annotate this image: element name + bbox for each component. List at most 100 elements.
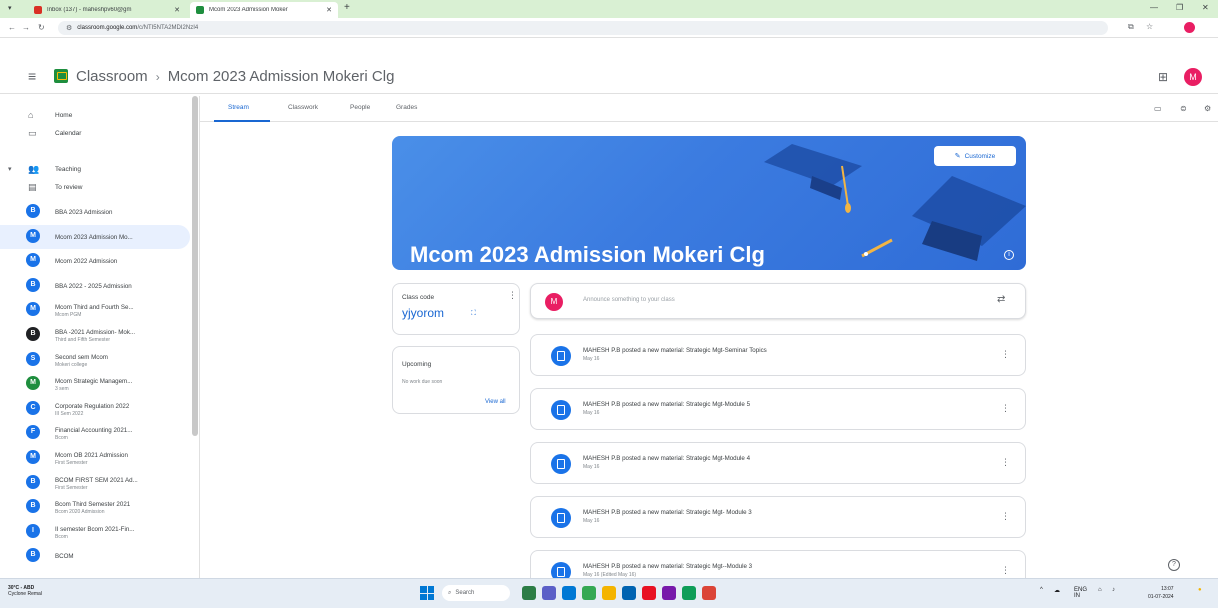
sidebar-course-item[interactable]: B BBA 2023 Admission: [0, 200, 190, 224]
sidebar-scrollbar[interactable]: [192, 96, 198, 436]
sidebar-course-item[interactable]: M Mcom Third and Fourth Se... Mcom PGM: [0, 298, 190, 322]
url-input[interactable]: ⚙ classroom.google.com /c/NTI5NTA2MDI2Nz…: [58, 21, 1108, 35]
view-all-link[interactable]: View all: [485, 399, 506, 405]
window-close-icon[interactable]: ✕: [1202, 3, 1209, 12]
sidebar-course-item[interactable]: B Bcom Third Semester 2021 Bcom 2020 Admis…: [0, 495, 190, 519]
sidebar-course-item[interactable]: M Mcom OB 2021 Admission First Semester: [0, 446, 190, 470]
restore-icon[interactable]: ❐: [1176, 3, 1183, 12]
clock[interactable]: 13:07 01-07-2024: [1148, 585, 1174, 601]
info-icon[interactable]: i: [1004, 250, 1014, 260]
sidebar-course-item[interactable]: I II semester Bcom 2021-Fin... Bcom: [0, 520, 190, 544]
site-info-icon[interactable]: ⚙: [66, 24, 72, 32]
sidebar-course-item[interactable]: M Mcom 2022 Admission: [0, 249, 190, 273]
app-icon-photos[interactable]: [702, 586, 716, 600]
tray-network-icon[interactable]: ☁: [1054, 587, 1060, 594]
close-icon[interactable]: ✕: [174, 6, 180, 14]
calendar-icon[interactable]: ▭: [1154, 104, 1162, 113]
more-vert-icon[interactable]: ⋮: [1001, 457, 1010, 468]
menu-icon[interactable]: ≡: [28, 68, 36, 84]
sidebar-course-item[interactable]: B BCOM: [0, 544, 190, 568]
address-bar: ← → ↻ ⚙ classroom.google.com /c/NTI5NTA2…: [0, 18, 1218, 38]
language-indicator[interactable]: ENG IN: [1074, 587, 1087, 599]
sidebar-course-item[interactable]: S Second sem Mcom Mokeri college: [0, 348, 190, 372]
stream-post[interactable]: MAHESH P.B posted a new material: Strate…: [530, 334, 1026, 376]
post-title: MAHESH P.B posted a new material: Strate…: [583, 563, 753, 570]
customize-button[interactable]: ✎ Customize: [934, 146, 1016, 166]
course-subtitle: First Semester: [55, 460, 88, 466]
url-host: classroom.google.com: [77, 25, 138, 31]
app-icon-edge[interactable]: [562, 586, 576, 600]
announce-box[interactable]: M Announce something to your class ⇄: [530, 283, 1026, 319]
more-vert-icon[interactable]: ⋮: [1001, 349, 1010, 360]
weather-widget[interactable]: 30°C - ABD Cyclone Remal: [8, 585, 42, 597]
sidebar-course-item[interactable]: B BCOM FIRST SEM 2021 Ad... First Semester: [0, 471, 190, 495]
course-title: BCOM FIRST SEM 2021 Ad...: [55, 476, 138, 484]
install-icon[interactable]: ⧉: [1128, 22, 1134, 32]
sidebar-course-item[interactable]: B BBA -2021 Admission- Mok... Third and Fi…: [0, 323, 190, 347]
repost-icon[interactable]: ⇄: [997, 294, 1005, 305]
browser-profile-icon[interactable]: [1184, 22, 1195, 33]
app-icon-files[interactable]: [602, 586, 616, 600]
sidebar-item-to-review[interactable]: ▤ To review: [0, 178, 190, 196]
course-title: Mcom 2022 Admission: [55, 258, 118, 266]
tab-classwork[interactable]: Classwork: [288, 104, 318, 111]
new-tab-icon[interactable]: +: [344, 2, 350, 13]
app-icon-teams[interactable]: [662, 586, 676, 600]
fullscreen-icon[interactable]: ⛶: [471, 310, 476, 318]
more-vert-icon[interactable]: ⋮: [508, 290, 517, 301]
tab-people[interactable]: People: [350, 104, 370, 111]
sidebar-course-item[interactable]: B BBA 2022 - 2025 Admission: [0, 274, 190, 298]
app-icon-chrome[interactable]: [582, 586, 596, 600]
more-vert-icon[interactable]: ⋮: [1001, 403, 1010, 414]
google-apps-icon[interactable]: ⊞: [1158, 70, 1168, 84]
settings-gear-icon[interactable]: ⚙: [1204, 104, 1211, 113]
app-icon-mail[interactable]: [622, 586, 636, 600]
sidebar-course-item[interactable]: F Financial Accounting 2021... Bcom: [0, 421, 190, 445]
back-icon[interactable]: ←: [8, 23, 16, 32]
drive-folder-icon[interactable]: ⊜: [1180, 104, 1187, 113]
course-subtitle: Bcom: [55, 533, 68, 540]
course-subtitle: III Sem 2022: [55, 410, 84, 417]
sidebar-course-item[interactable]: M Mcom Strategic Managem... 3 sem: [0, 372, 190, 396]
tab-grades[interactable]: Grades: [396, 104, 417, 111]
tab-stream[interactable]: Stream: [228, 104, 249, 111]
avatar[interactable]: M: [1184, 68, 1202, 86]
course-avatar: B: [26, 277, 40, 292]
app-icon-widgets[interactable]: [522, 586, 536, 600]
course-avatar: M: [26, 450, 40, 464]
course-title: Financial Accounting 2021...: [55, 427, 133, 435]
forward-icon[interactable]: →: [22, 23, 30, 32]
app-icon-store[interactable]: [642, 586, 656, 600]
reload-icon[interactable]: ↻: [38, 23, 45, 32]
app-icon-meet[interactable]: [542, 586, 556, 600]
more-vert-icon[interactable]: ⋮: [1001, 565, 1010, 576]
app-icon-excel[interactable]: [682, 586, 696, 600]
course-title: Corporate Regulation 2022: [55, 402, 130, 410]
minimize-icon[interactable]: —: [1150, 3, 1158, 12]
sidebar-item-calendar[interactable]: ▭ Calendar: [0, 124, 190, 142]
browser-tab-classroom[interactable]: Mcom 2023 Admission Moker ✕: [190, 2, 338, 18]
app-name-link[interactable]: Classroom: [76, 68, 148, 85]
tab-search-icon[interactable]: ▾: [8, 4, 12, 12]
sidebar-item-teaching[interactable]: ▾ 👥 Teaching: [0, 160, 190, 178]
os-taskbar: 30°C - ABD Cyclone Remal ⌕ Search ^ ☁ EN…: [0, 578, 1218, 608]
sidebar-course-item[interactable]: M Mcom 2023 Admission Mo...: [0, 224, 190, 249]
tray-chevron-icon[interactable]: ^: [1040, 587, 1043, 593]
help-icon[interactable]: ?: [1168, 559, 1180, 571]
sidebar-item-home[interactable]: ⌂ Home: [0, 106, 190, 124]
browser-tab-gmail[interactable]: Inbox (137) - maheshpv60@gm ✕: [28, 2, 186, 18]
stream-post[interactable]: MAHESH P.B posted a new material: Strate…: [530, 388, 1026, 430]
chevron-down-icon: ▾: [8, 166, 12, 173]
sidebar-course-item[interactable]: C Corporate Regulation 2022 III Sem 2022: [0, 397, 190, 421]
close-icon[interactable]: ✕: [326, 6, 332, 14]
wifi-icon[interactable]: ⌂: [1098, 587, 1102, 593]
bookmark-star-icon[interactable]: ☆: [1146, 22, 1153, 31]
more-vert-icon[interactable]: ⋮: [1001, 511, 1010, 522]
volume-icon[interactable]: ♪: [1112, 587, 1115, 593]
notification-icon[interactable]: ●: [1198, 587, 1202, 593]
stream-post[interactable]: MAHESH P.B posted a new material: Strate…: [530, 496, 1026, 538]
taskbar-search[interactable]: ⌕ Search: [442, 585, 510, 601]
windows-start-icon[interactable]: [420, 586, 434, 600]
course-title: Mcom Third and Fourth Se...: [55, 304, 134, 312]
stream-post[interactable]: MAHESH P.B posted a new material: Strate…: [530, 442, 1026, 484]
